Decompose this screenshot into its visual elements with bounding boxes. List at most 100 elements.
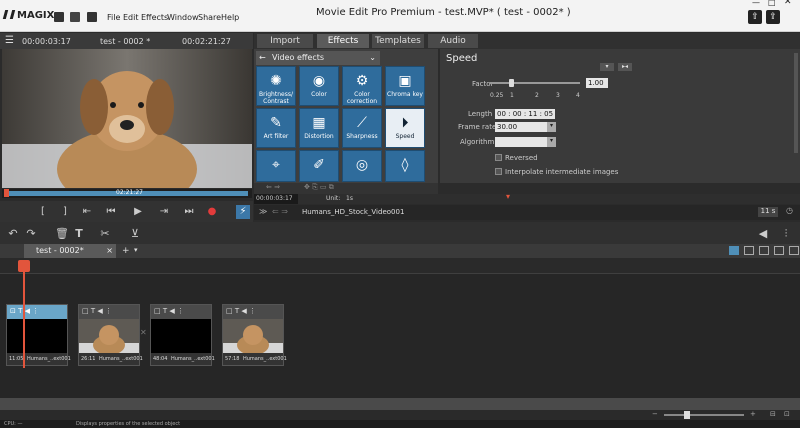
cut-icon[interactable]: ✂ — [98, 227, 112, 240]
minimize-icon[interactable]: — — [752, 0, 760, 7]
hamburger-icon[interactable]: ☰ — [5, 35, 14, 46]
open-folder-icon[interactable] — [70, 12, 80, 22]
effect-tile-color[interactable]: ◉ Color — [299, 66, 339, 106]
interpolate-checkbox[interactable] — [495, 168, 502, 175]
effect-tile-art-filter[interactable]: ✎ Art filter — [256, 108, 296, 148]
view-multicam-icon[interactable] — [774, 246, 784, 255]
mixer-icon[interactable]: ⫶ — [779, 227, 793, 241]
effect-tools-icon[interactable]: ✥ ⎘ ▭ ⧉ — [304, 183, 334, 192]
preset-dropdown-icon[interactable]: ▾ — [600, 63, 614, 71]
next-frame-icon[interactable]: ⇥ — [157, 205, 171, 219]
brightness-icon: ✺ — [270, 73, 282, 89]
playhead-line[interactable] — [23, 260, 25, 368]
view-scenes-icon[interactable] — [759, 246, 769, 255]
back-arrow-icon[interactable]: ← — [259, 51, 266, 65]
fullscreen-icon[interactable]: ⊡ — [784, 410, 790, 418]
clip-1[interactable]: ⊡ T ◀ ⋮ 11:05 Humans_..ext001 — [6, 304, 71, 366]
reset-icon[interactable]: ▸◂ — [618, 63, 632, 71]
app-window: MAGIX File Edit Effects Window Share Hel… — [0, 0, 800, 428]
clip-4[interactable]: □ T ◀ ⋮ 57:18 Humans_..ext001 — [222, 304, 287, 366]
tab-import[interactable]: Import — [257, 34, 313, 48]
effect-tile-brush[interactable]: ✐ — [299, 150, 339, 182]
effect-tile-speed[interactable]: ⏵ Speed — [385, 108, 425, 148]
menu-file[interactable]: File — [107, 13, 120, 22]
speed-panel-scrollbar[interactable] — [794, 53, 798, 153]
effect-tile-brightness[interactable]: ✺ Brightness/ Contrast — [256, 66, 296, 106]
clip-4-icons[interactable]: □ T ◀ ⋮ — [226, 307, 256, 315]
algorithm-chevron-icon[interactable]: ▾ — [547, 137, 556, 147]
menu-help[interactable]: Help — [221, 13, 239, 22]
menu-share[interactable]: Share — [198, 13, 221, 22]
undo-icon[interactable]: ↶ — [6, 227, 20, 240]
zoom-in-icon[interactable]: + — [750, 410, 756, 418]
text-icon[interactable]: T — [72, 227, 86, 240]
view-list-icon[interactable] — [789, 246, 799, 255]
factor-slider-handle[interactable] — [509, 79, 514, 87]
clip-3[interactable]: □ T ◀ ⋮ 48:04 Humans_..ext001 — [150, 304, 215, 366]
tab-templates[interactable]: Templates — [372, 34, 424, 48]
effect-tile-sharpness[interactable]: ⟋ Sharpness — [342, 108, 382, 148]
insert-icon[interactable]: ⊻ — [128, 227, 142, 240]
speaker-icon[interactable]: ◀ — [756, 227, 770, 240]
mark-in-icon[interactable]: [ — [36, 205, 50, 219]
effect-playhead-icon[interactable]: ▾ — [506, 192, 510, 201]
clip-2-icons[interactable]: □ T ◀ ⋮ — [82, 307, 112, 315]
reversed-checkbox[interactable] — [495, 154, 502, 161]
timeline-ruler[interactable] — [0, 258, 800, 274]
clock-icon[interactable]: ◷ — [786, 206, 793, 215]
new-file-icon[interactable] — [54, 12, 64, 22]
fit-icon[interactable]: ⊟ — [770, 410, 776, 418]
redo-icon[interactable]: ↷ — [24, 227, 38, 240]
effect-tile-stabilize[interactable]: ⌖ — [256, 150, 296, 182]
framerate-select[interactable]: 30.00 — [495, 122, 547, 132]
record-icon[interactable]: ● — [205, 205, 219, 219]
effect-tile-chroma-key[interactable]: ▣ Chroma key — [385, 66, 425, 106]
close-icon[interactable]: ✕ — [784, 0, 792, 7]
tab-audio[interactable]: Audio — [428, 34, 478, 48]
playhead-handle[interactable] — [18, 260, 30, 272]
video-preview[interactable] — [2, 49, 252, 188]
menu-effects[interactable]: Effects — [141, 13, 168, 22]
go-start-icon[interactable]: ⇤ — [80, 205, 94, 219]
zoom-slider[interactable] — [664, 414, 744, 416]
clip-3-icons[interactable]: □ T ◀ ⋮ — [154, 307, 184, 315]
zoom-slider-handle[interactable] — [684, 411, 690, 419]
share-icon[interactable]: ⇪ — [766, 10, 780, 24]
go-end-icon[interactable]: ⏭ — [182, 205, 196, 219]
tab-menu-icon[interactable]: ▾ — [134, 246, 138, 254]
undo-effect-icon[interactable]: ⇐ ⇒ — [266, 183, 280, 191]
clip-2[interactable]: □ T ◀ ⋮ 26:11 Humans_..ext001 — [78, 304, 143, 366]
mark-out-icon[interactable]: ] — [58, 205, 72, 219]
effects-category-select[interactable]: ← Video effects ⌄ — [256, 51, 380, 65]
effect-tile-eye[interactable]: ◎ — [342, 150, 382, 182]
algorithm-select[interactable] — [495, 137, 547, 147]
transition-icon[interactable]: ✕ — [140, 328, 147, 337]
play-icon[interactable]: ▶ — [131, 205, 145, 219]
prev-frame-icon[interactable]: ⏮ — [104, 205, 118, 219]
effect-tile-distortion[interactable]: ▦ Distortion — [299, 108, 339, 148]
nav-arrows-icon[interactable]: ⇐ ⇒ — [272, 207, 288, 216]
upload-icon[interactable]: ⇧ — [748, 10, 762, 24]
framerate-chevron-icon[interactable]: ▾ — [547, 122, 556, 132]
factor-slider[interactable] — [490, 82, 580, 84]
view-storyboard-icon[interactable] — [744, 246, 754, 255]
factor-value[interactable]: 1.00 — [586, 78, 608, 88]
effect-tile-color-correction[interactable]: ⚙ Color correction — [342, 66, 382, 106]
project-tab[interactable]: test - 0002* × — [24, 244, 116, 258]
save-icon[interactable] — [87, 12, 97, 22]
maximize-icon[interactable]: □ — [768, 0, 776, 7]
menu-window[interactable]: Window — [167, 13, 199, 22]
length-field[interactable]: 00 : 00 : 11 : 05 — [495, 109, 555, 119]
lightning-icon[interactable]: ⚡ — [236, 205, 250, 219]
add-tab-icon[interactable]: + — [122, 246, 130, 256]
effect-tile-drop[interactable]: ◊ — [385, 150, 425, 182]
scrub-marker[interactable] — [4, 189, 9, 197]
tab-close-icon[interactable]: × — [106, 244, 113, 258]
zoom-out-icon[interactable]: − — [652, 410, 658, 418]
view-timeline-icon[interactable] — [729, 246, 739, 255]
menu-edit[interactable]: Edit — [123, 13, 139, 22]
expand-icon[interactable]: ≫ — [259, 207, 267, 216]
delete-icon[interactable]: 🗑 — [55, 227, 69, 240]
timeline-scrollbar[interactable] — [0, 398, 800, 410]
tab-effects[interactable]: Effects — [317, 34, 369, 48]
